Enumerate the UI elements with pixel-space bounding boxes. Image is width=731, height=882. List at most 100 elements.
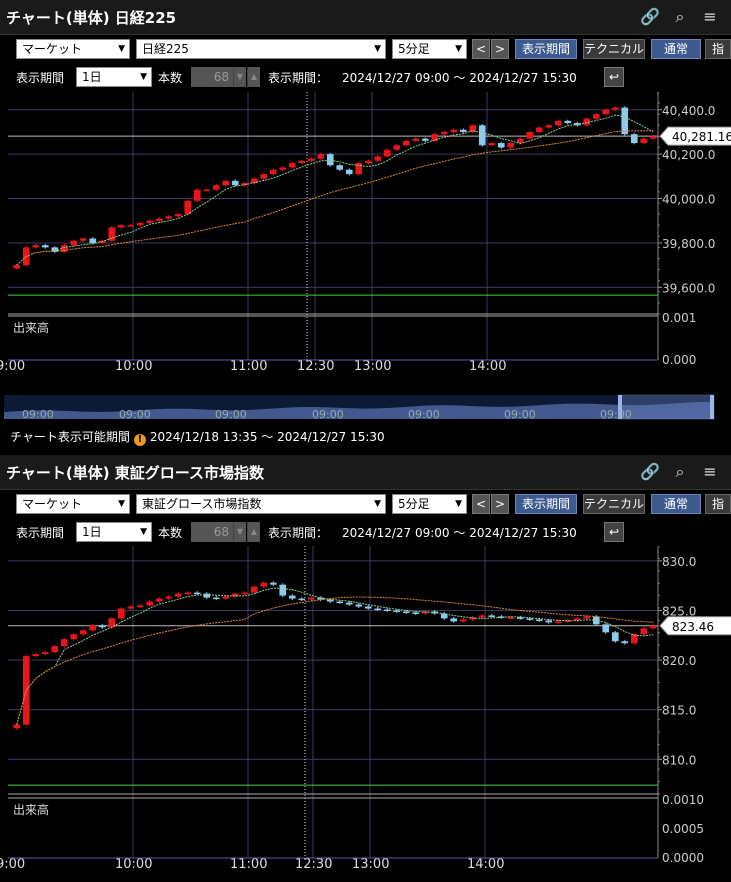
plot-area: [8, 546, 658, 858]
prev-button[interactable]: <: [472, 39, 490, 59]
y-tick-label: 820.0: [662, 654, 696, 668]
available-period: チャート表示可能期間! 2024/12/18 13:35 ～ 2024/12/27…: [10, 428, 385, 446]
search-icon[interactable]: ⌕: [670, 462, 690, 482]
navigator-tick-label: 09:00: [215, 408, 247, 421]
count-down-icon[interactable]: ▼: [233, 67, 246, 87]
chevron-down-icon: ▼: [455, 44, 462, 54]
link-icon[interactable]: 🔗: [640, 462, 660, 482]
panel-titlebar: チャート(単体) 東証グロース市場指数 🔗 ⌕ ≡: [0, 455, 731, 490]
volume-label: 出来高: [13, 802, 49, 817]
chart-panel-nikkei: チャート(単体) 日経225 🔗 ⌕ ≡ マーケット ▼ 日経225 ▼ 5分足 ▼ …: [0, 0, 731, 455]
candle: [70, 634, 78, 640]
count-down-icon[interactable]: ▼: [233, 522, 246, 542]
count-input[interactable]: 68: [191, 522, 233, 542]
interval-select[interactable]: 5分足 ▼: [392, 494, 467, 514]
navigator-tick-label: 09:00: [408, 408, 440, 421]
indicator-button[interactable]: 指: [705, 39, 731, 59]
reset-icon[interactable]: ↩: [604, 522, 624, 542]
period-select[interactable]: 1日 ▼: [76, 67, 152, 87]
candle: [412, 612, 420, 614]
candle: [288, 163, 296, 168]
candle: [649, 625, 657, 629]
candle: [260, 582, 268, 587]
next-button[interactable]: >: [491, 39, 509, 59]
panel-title: チャート(単体) 日経225: [6, 9, 177, 27]
volume-label: 出来高: [13, 320, 49, 335]
symbol-select[interactable]: 東証グロース市場指数 ▼: [136, 494, 386, 514]
candle: [317, 154, 325, 159]
candle: [459, 129, 467, 132]
market-select[interactable]: マーケット ▼: [16, 494, 130, 514]
chevron-down-icon: ▼: [118, 44, 125, 54]
candle: [13, 724, 21, 729]
link-icon[interactable]: 🔗: [640, 7, 660, 27]
prev-button[interactable]: <: [472, 494, 490, 514]
symbol-select[interactable]: 日経225 ▼: [136, 39, 386, 59]
candle: [288, 595, 296, 599]
technical-button[interactable]: テクニカル: [583, 39, 645, 59]
candle: [355, 604, 363, 607]
market-select[interactable]: マーケット ▼: [16, 39, 130, 59]
price-chart[interactable]: 830.0825.0820.0815.0810.09:00 10:00 11:00 1…: [0, 546, 731, 881]
candle: [545, 125, 553, 128]
candle: [630, 134, 638, 144]
candle: [108, 227, 116, 241]
count-up-icon[interactable]: ▲: [247, 67, 260, 87]
next-button[interactable]: >: [491, 494, 509, 514]
menu-icon[interactable]: ≡: [700, 7, 720, 27]
count-up-icon[interactable]: ▲: [247, 522, 260, 542]
x-tick-label: 11:00: [230, 359, 267, 374]
candle: [117, 225, 125, 228]
candle: [592, 114, 600, 119]
candle: [184, 592, 192, 595]
reset-icon[interactable]: ↩: [604, 67, 624, 87]
candle: [545, 620, 553, 623]
indicator-button[interactable]: 指: [705, 494, 731, 514]
candle: [70, 240, 78, 246]
x-tick-label: 9:00: [0, 359, 25, 374]
panel-title: チャート(単体) 東証グロース市場指数: [6, 464, 265, 482]
last-price-label: 823.46: [672, 620, 714, 634]
price-chart[interactable]: 40,400.0 40,200.0 40,000.0 39,800.0 39,600.0…: [0, 92, 731, 392]
navigator-tick-label: 09:00: [600, 408, 632, 421]
candle: [32, 654, 40, 657]
menu-icon[interactable]: ≡: [700, 462, 720, 482]
candle: [174, 593, 182, 597]
candle: [535, 127, 543, 132]
display-period-button[interactable]: 表示期間: [515, 39, 577, 59]
candle: [355, 163, 363, 175]
volume-tick-label: 0.0000: [662, 851, 704, 865]
available-label: チャート表示可能期間: [10, 430, 130, 444]
range-value: 2024/12/27 09:00 ～ 2024/12/27 15:30: [342, 71, 577, 85]
candle: [51, 646, 59, 653]
display-period-label: 表示期間: [16, 71, 65, 85]
candle: [440, 131, 448, 135]
candle: [60, 639, 68, 647]
x-tick-label: 12:30: [297, 359, 334, 374]
candle: [345, 602, 353, 605]
count-input[interactable]: 68: [191, 67, 233, 87]
candle: [450, 618, 458, 622]
candle: [89, 625, 97, 631]
candle: [564, 120, 572, 124]
candle: [611, 107, 619, 110]
technical-button[interactable]: テクニカル: [583, 494, 645, 514]
available-value: 2024/12/18 13:35 ～ 2024/12/27 15:30: [149, 430, 385, 444]
search-icon[interactable]: ⌕: [670, 7, 690, 27]
x-tick-label: 10:00: [115, 359, 152, 374]
chevron-down-icon: ▼: [455, 499, 462, 509]
candle: [298, 160, 306, 164]
interval-select[interactable]: 5分足 ▼: [392, 39, 467, 59]
y-tick-label: 40,400.0: [662, 104, 715, 118]
normal-button[interactable]: 通常: [651, 494, 701, 514]
candle: [364, 606, 372, 609]
normal-button[interactable]: 通常: [651, 39, 701, 59]
candle: [127, 225, 135, 227]
display-period-button[interactable]: 表示期間: [515, 494, 577, 514]
volume-tick-label: 0.000: [662, 353, 696, 367]
candle: [383, 609, 391, 611]
period-select[interactable]: 1日 ▼: [76, 522, 152, 542]
candle: [535, 619, 543, 621]
y-tick-label: 815.0: [662, 704, 696, 718]
navigator-bar[interactable]: 09:00 09:00 09:00 09:00 09:00 09:00 09:00: [0, 393, 731, 421]
